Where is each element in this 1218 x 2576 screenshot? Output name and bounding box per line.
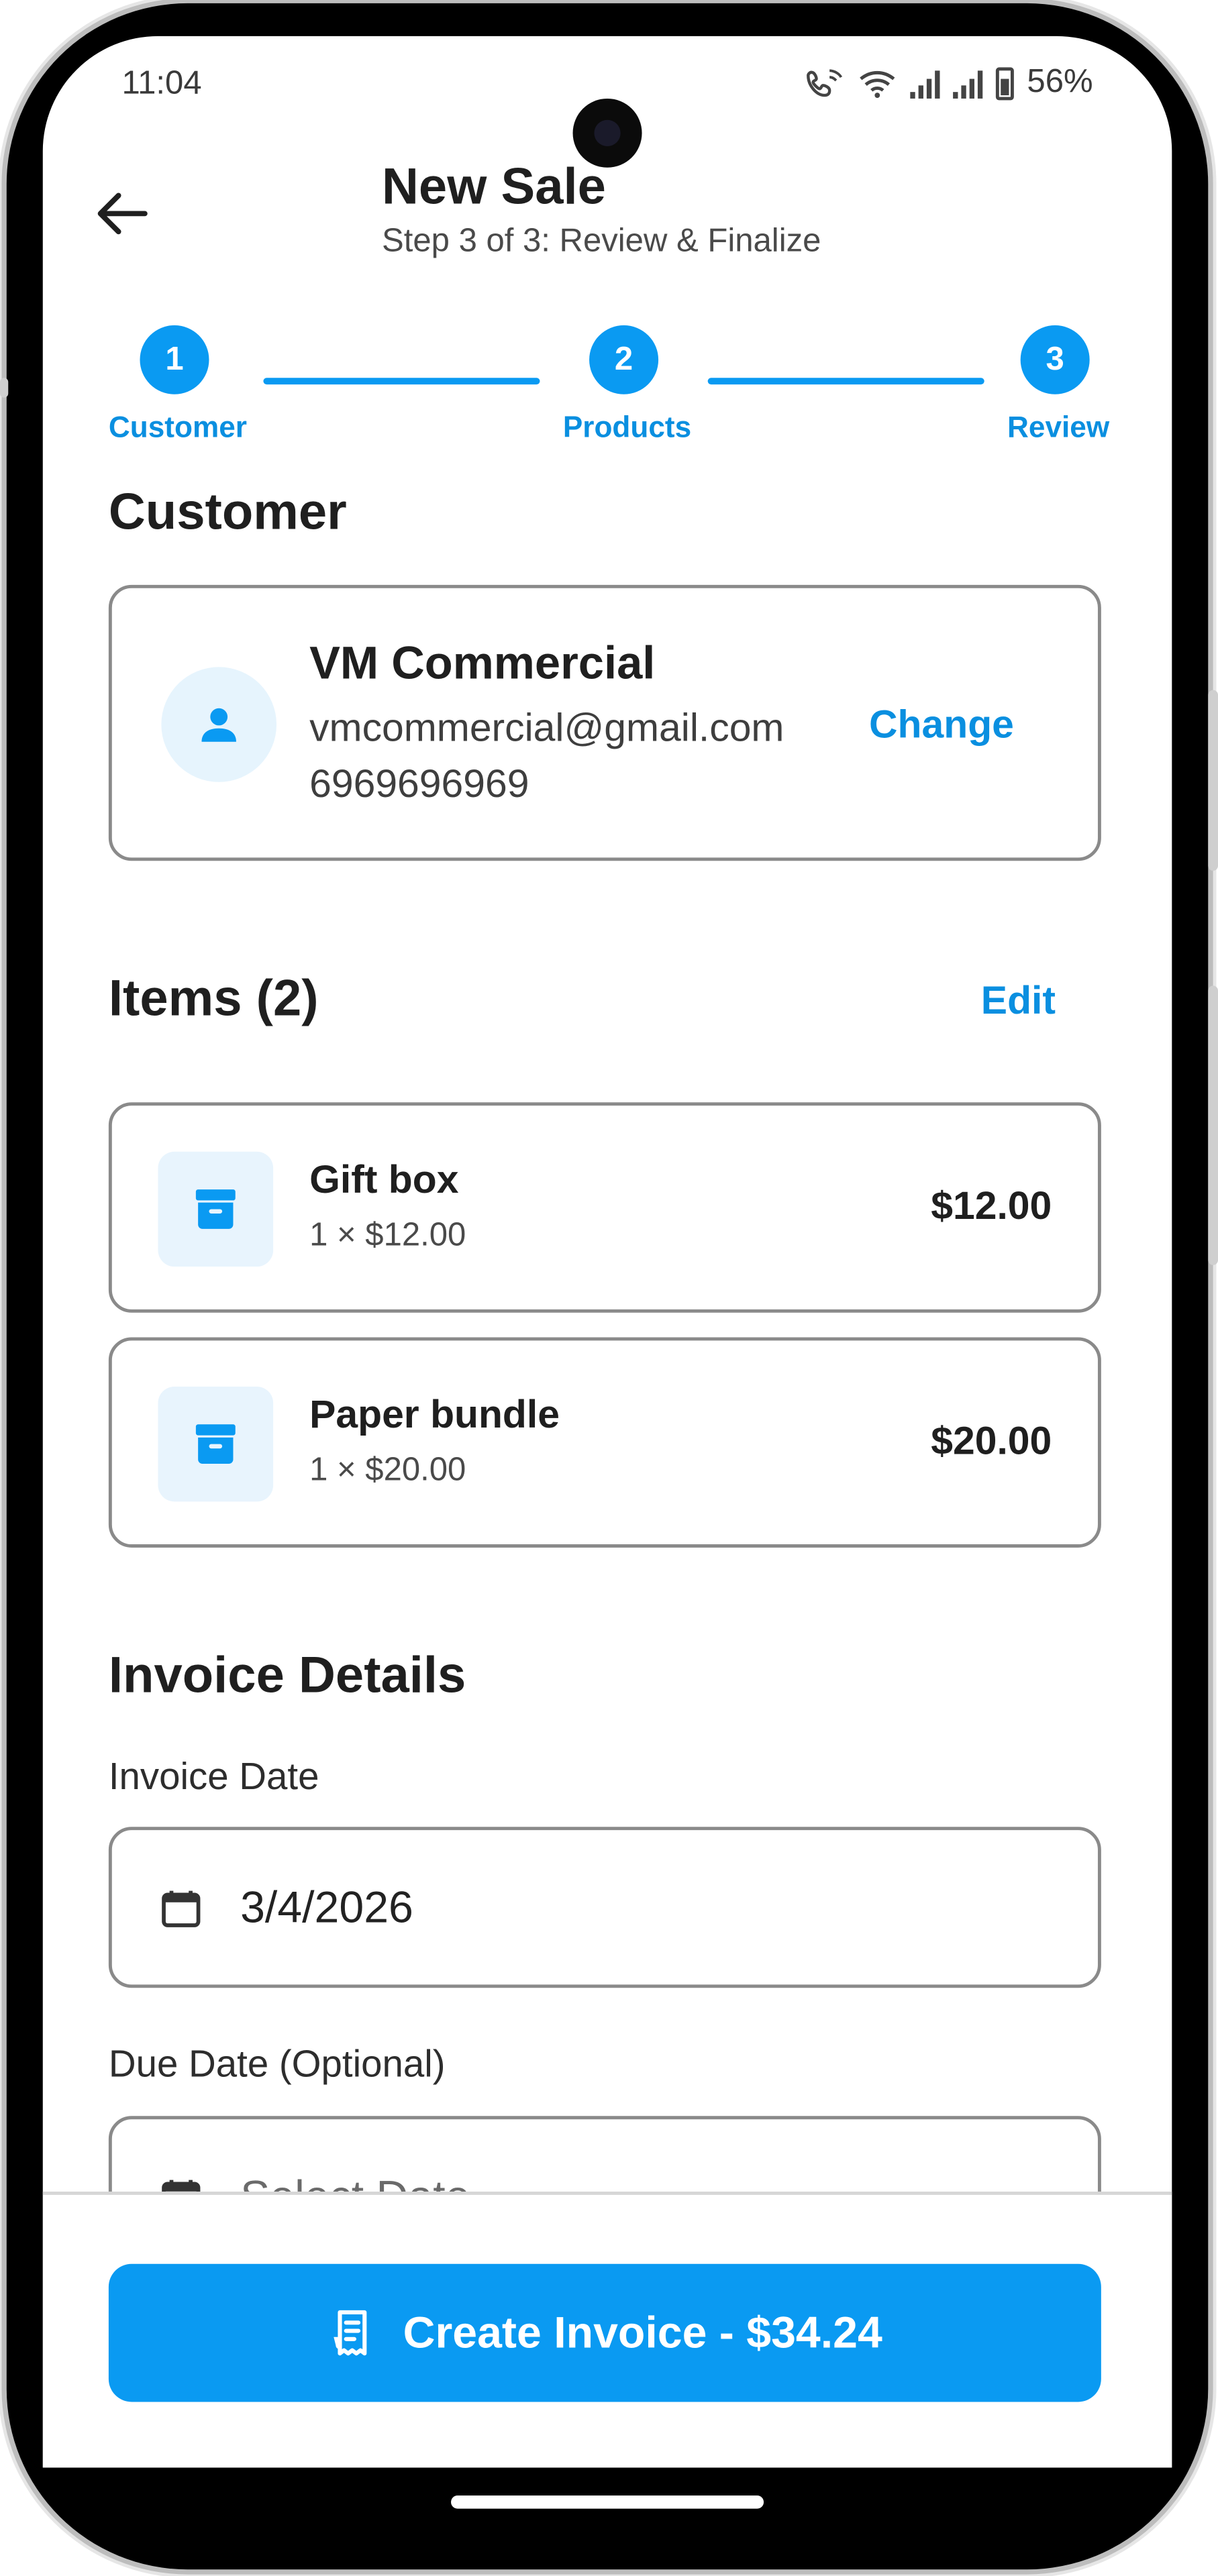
customer-name: VM Commercial [309, 637, 656, 689]
calendar-icon [162, 1890, 201, 1927]
item-icon [158, 1386, 274, 1502]
create-invoice-button[interactable]: Create Invoice - $34.24 [108, 2263, 1101, 2402]
invoice-details-title: Invoice Details [108, 1646, 466, 1704]
items-section-title: Items (2) [108, 969, 319, 1027]
avatar [161, 667, 277, 782]
step-2-label: Products [562, 411, 692, 444]
front-camera [572, 98, 642, 168]
home-indicator[interactable] [451, 2496, 764, 2509]
person-icon [201, 708, 236, 742]
customer-email: vmcommercial@gmail.com [309, 706, 784, 751]
step-1-circle[interactable]: 1 [140, 325, 209, 394]
wifi-icon [860, 70, 895, 97]
item-qty-price: 1 × $20.00 [309, 1452, 466, 1489]
item-name: Paper bundle [309, 1393, 560, 1438]
item-name: Gift box [309, 1158, 459, 1203]
invoice-date-label: Invoice Date [108, 1754, 319, 1798]
archive-box-icon [195, 1189, 236, 1229]
bottom-action-bar: Create Invoice - $34.24 [42, 2191, 1172, 2468]
volume-button [1208, 690, 1218, 871]
item-qty-price: 1 × $12.00 [309, 1217, 466, 1254]
status-icons: 56% [805, 64, 1093, 102]
customer-card: VM Commercial vmcommercial@gmail.com 696… [108, 584, 1101, 861]
step-2-circle[interactable]: 2 [589, 325, 659, 394]
signal-icon [910, 68, 940, 98]
stepper: 1 Customer 2 Products 3 Review [43, 282, 1172, 447]
side-notch [0, 378, 9, 398]
change-customer-button[interactable]: Change [869, 703, 1014, 749]
step-3-circle[interactable]: 3 [1020, 325, 1090, 394]
wifi-calling-icon [806, 68, 843, 97]
item-total: $20.00 [931, 1419, 1052, 1464]
step-1-label: Customer [108, 411, 247, 444]
item-card[interactable]: Gift box 1 × $12.00 $12.00 [108, 1102, 1101, 1313]
receipt-icon [334, 2310, 367, 2356]
battery-icon [995, 66, 1014, 100]
edit-items-button[interactable]: Edit [981, 979, 1056, 1026]
arrow-left-icon [97, 193, 148, 235]
customer-section-title: Customer [108, 483, 347, 541]
create-invoice-label: Create Invoice - $34.24 [403, 2307, 882, 2357]
invoice-date-field[interactable]: 3/4/2026 [108, 1827, 1101, 1988]
power-button [1208, 985, 1218, 1265]
archive-box-icon [195, 1424, 236, 1464]
status-time: 11:04 [121, 65, 202, 102]
item-total: $12.00 [931, 1184, 1052, 1229]
step-connector-2 [707, 378, 984, 385]
item-card[interactable]: Paper bundle 1 × $20.00 $20.00 [108, 1337, 1101, 1548]
invoice-date-value: 3/4/2026 [240, 1882, 413, 1933]
signal-icon-2 [953, 68, 983, 98]
page-subtitle: Step 3 of 3: Review & Finalize [382, 223, 821, 260]
step-3-label: Review [1007, 411, 1110, 444]
item-icon [158, 1151, 274, 1267]
page-title: New Sale [382, 158, 606, 215]
app-screen: 11:04 56% New Sale Step 3 of 3: Review &… [42, 36, 1172, 2468]
due-date-label: Due Date (Optional) [108, 2042, 446, 2085]
customer-phone: 6969696969 [309, 762, 529, 807]
battery-percent: 56% [1027, 64, 1093, 101]
step-connector-1 [263, 378, 540, 385]
back-button[interactable] [89, 180, 154, 246]
